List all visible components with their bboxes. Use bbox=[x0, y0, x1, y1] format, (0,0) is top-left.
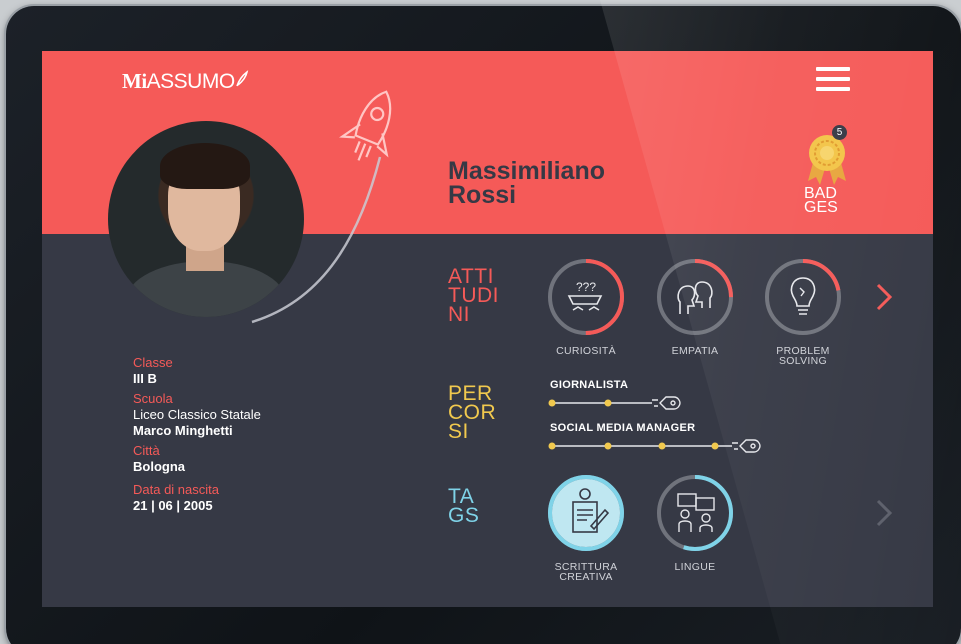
attitudini-heading: ATTI TUDI NI bbox=[448, 265, 499, 326]
tags-next-button[interactable] bbox=[872, 493, 898, 533]
menu-button[interactable] bbox=[816, 67, 850, 93]
class-label: Classe bbox=[133, 355, 173, 370]
badges-count: 5 bbox=[832, 125, 847, 140]
svg-text:???: ??? bbox=[576, 280, 596, 294]
rocket-icon bbox=[732, 439, 761, 453]
school-value-line1: Liceo Classico Statale bbox=[133, 407, 261, 422]
profile-info: Classe III B Scuola Liceo Classico Stata… bbox=[133, 354, 261, 514]
birth-value: 21 | 06 | 2005 bbox=[133, 498, 213, 513]
curiosity-icon: ??? bbox=[567, 280, 603, 311]
app-screen: MiASSUMO Massimiliano Rossi 5 BAD GES Cl… bbox=[42, 51, 933, 607]
attitude-empatia[interactable] bbox=[656, 258, 734, 336]
school-label: Scuola bbox=[133, 391, 173, 406]
percorsi-heading: PER COR SI bbox=[448, 382, 497, 443]
path-track-social-media-manager bbox=[548, 439, 761, 453]
attitude-empatia-label: EMPATIA bbox=[671, 345, 719, 357]
path-title-social-media-manager[interactable]: SOCIAL MEDIA MANAGER bbox=[550, 422, 695, 434]
badges-label: BAD GES bbox=[804, 185, 838, 216]
badges-button[interactable]: 5 BAD GES bbox=[800, 125, 854, 216]
creative-writing-icon bbox=[572, 488, 610, 533]
tag-scrittura-creativa-label: SCRITTURA CREATIVA bbox=[554, 561, 618, 583]
tag-lingue-label: LINGUE bbox=[674, 561, 716, 573]
profile-name: Massimiliano Rossi bbox=[448, 157, 605, 209]
languages-icon bbox=[677, 493, 715, 532]
chevron-right-icon bbox=[876, 283, 893, 311]
attitude-curiosita[interactable]: ??? bbox=[547, 258, 625, 336]
logo-rocket-icon bbox=[235, 70, 248, 87]
path-track-giornalista bbox=[548, 396, 681, 410]
problem-solving-icon bbox=[790, 277, 816, 315]
attitude-problem-solving[interactable] bbox=[764, 258, 842, 336]
rocket-icon bbox=[652, 396, 681, 410]
tags-heading: TA GS bbox=[448, 485, 480, 527]
city-label: Città bbox=[133, 443, 160, 458]
tag-scrittura-creativa[interactable] bbox=[547, 474, 625, 552]
path-title-giornalista[interactable]: GIORNALISTA bbox=[550, 379, 628, 391]
profile-avatar bbox=[108, 121, 304, 317]
attitudini-next-button[interactable] bbox=[872, 277, 898, 317]
empathy-icon bbox=[677, 281, 713, 314]
tag-lingue[interactable] bbox=[656, 474, 734, 552]
school-value-line2: Marco Minghetti bbox=[133, 423, 233, 438]
city-value: Bologna bbox=[133, 459, 185, 474]
attitude-curiosita-label: CURIOSITÀ bbox=[556, 345, 616, 357]
attitude-problem-solving-label: PROBLEM SOLVING bbox=[776, 345, 830, 367]
birth-label: Data di nascita bbox=[133, 482, 219, 497]
class-value: III B bbox=[133, 371, 157, 386]
chevron-right-icon bbox=[876, 499, 893, 527]
